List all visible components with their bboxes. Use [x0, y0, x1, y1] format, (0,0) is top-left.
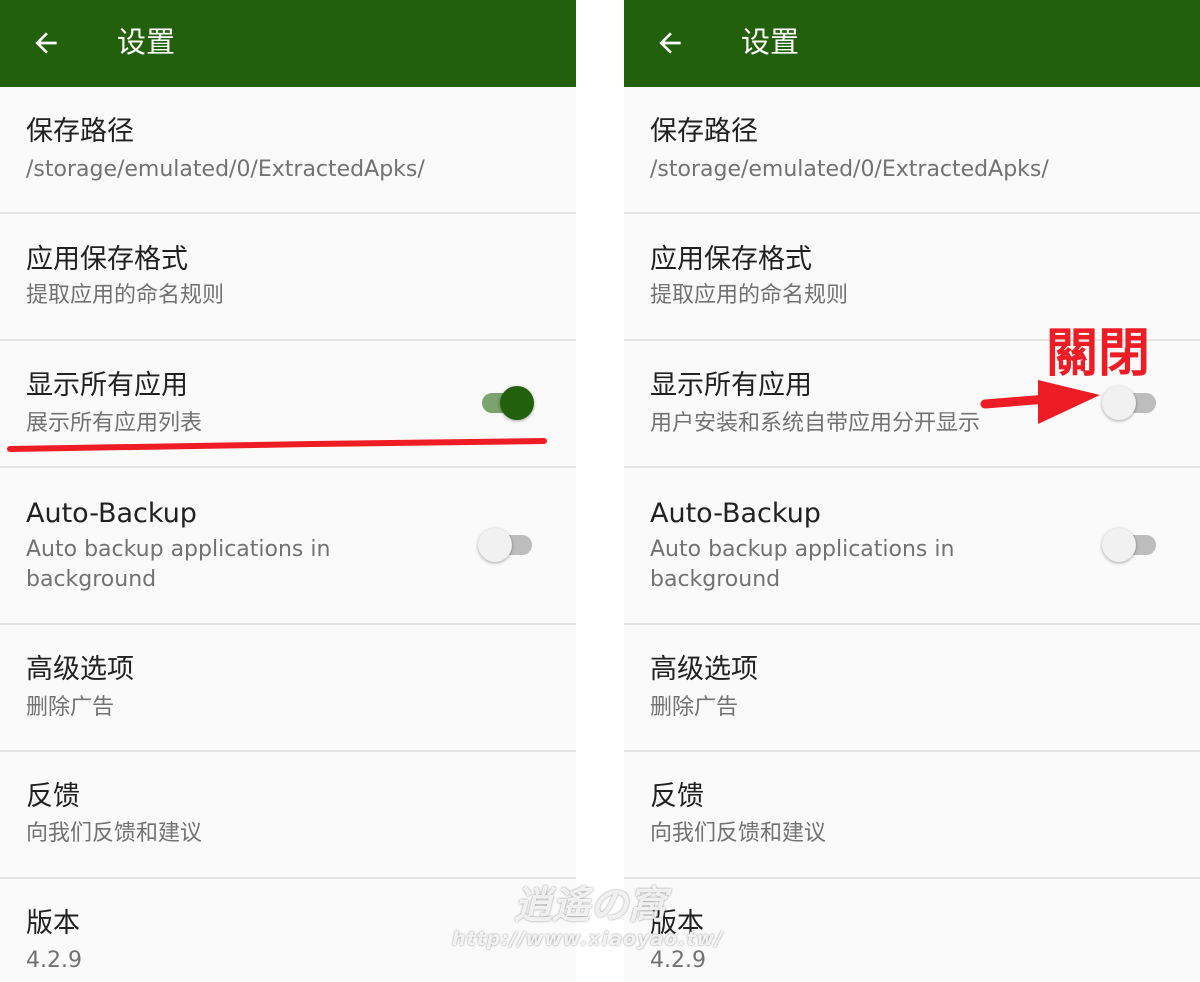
setting-title: 显示所有应用: [26, 370, 188, 401]
auto-backup-toggle[interactable]: [1102, 525, 1162, 565]
setting-title: 应用保存格式: [26, 244, 188, 275]
setting-save-path[interactable]: 保存路径 /storage/emulated/0/ExtractedApks/: [0, 87, 576, 214]
setting-summary: /storage/emulated/0/ExtractedApks/: [26, 157, 425, 182]
setting-title: 显示所有应用: [650, 370, 812, 401]
setting-summary: /storage/emulated/0/ExtractedApks/: [650, 157, 1049, 182]
setting-summary: 提取应用的命名规则: [650, 283, 849, 308]
setting-summary: 展示所有应用列表: [26, 411, 203, 436]
show-all-apps-toggle[interactable]: [478, 383, 538, 423]
watermark-url: http://www.xiaoyao.tw/: [452, 928, 724, 950]
settings-panel-left: 设置 保存路径 /storage/emulated/0/ExtractedApk…: [0, 0, 576, 982]
setting-save-path[interactable]: 保存路径 /storage/emulated/0/ExtractedApks/: [624, 87, 1200, 214]
setting-summary: Auto backup applications in background: [650, 537, 955, 592]
toggle-thumb: [1102, 528, 1136, 562]
setting-summary: 删除广告: [26, 695, 115, 720]
setting-title: Auto-Backup: [26, 498, 197, 529]
app-bar: 设置: [0, 0, 576, 87]
page-title: 设置: [741, 25, 800, 59]
page-title: 设置: [117, 25, 176, 59]
arrow-left-icon[interactable]: [654, 27, 686, 59]
setting-title: 版本: [26, 908, 80, 939]
setting-summary: 用户安装和系统自带应用分开显示: [650, 411, 981, 436]
setting-advanced[interactable]: 高级选项 删除广告: [0, 625, 576, 752]
setting-summary: Auto backup applications in background: [26, 537, 331, 592]
setting-feedback[interactable]: 反馈 向我们反馈和建议: [624, 752, 1200, 879]
settings-panel-right: 设置 保存路径 /storage/emulated/0/ExtractedApk…: [624, 0, 1200, 982]
toggle-thumb: [1102, 386, 1136, 420]
setting-summary: 提取应用的命名规则: [26, 283, 225, 308]
watermark-logo: 逍遙の窩 http://www.xiaoyao.tw/: [452, 882, 722, 962]
setting-title: Auto-Backup: [650, 498, 821, 529]
setting-save-format[interactable]: 应用保存格式 提取应用的命名规则: [624, 214, 1200, 341]
setting-title: 应用保存格式: [650, 244, 812, 275]
setting-auto-backup[interactable]: Auto-Backup Auto backup applications in …: [624, 468, 1200, 625]
auto-backup-toggle[interactable]: [478, 525, 538, 565]
setting-title: 高级选项: [26, 654, 134, 685]
setting-save-format[interactable]: 应用保存格式 提取应用的命名规则: [0, 214, 576, 341]
setting-title: 保存路径: [650, 116, 758, 147]
setting-auto-backup[interactable]: Auto-Backup Auto backup applications in …: [0, 468, 576, 625]
setting-show-all-apps[interactable]: 显示所有应用 展示所有应用列表: [0, 341, 576, 468]
watermark-title: 逍遙の窩: [514, 882, 667, 927]
toggle-thumb: [478, 528, 512, 562]
setting-feedback[interactable]: 反馈 向我们反馈和建议: [0, 752, 576, 879]
setting-title: 保存路径: [26, 116, 134, 147]
setting-summary: 向我们反馈和建议: [650, 821, 827, 846]
setting-title: 反馈: [26, 781, 80, 812]
app-bar: 设置: [624, 0, 1200, 87]
setting-summary: 向我们反馈和建议: [26, 821, 203, 846]
setting-advanced[interactable]: 高级选项 删除广告: [624, 625, 1200, 752]
annotation-label: 關閉: [1046, 323, 1151, 384]
show-all-apps-toggle[interactable]: [1102, 383, 1162, 423]
setting-summary: 删除广告: [650, 695, 739, 720]
setting-title: 高级选项: [650, 654, 758, 685]
setting-title: 反馈: [650, 781, 704, 812]
setting-summary: 4.2.9: [26, 948, 82, 973]
arrow-left-icon[interactable]: [30, 27, 62, 59]
toggle-thumb: [500, 386, 534, 420]
